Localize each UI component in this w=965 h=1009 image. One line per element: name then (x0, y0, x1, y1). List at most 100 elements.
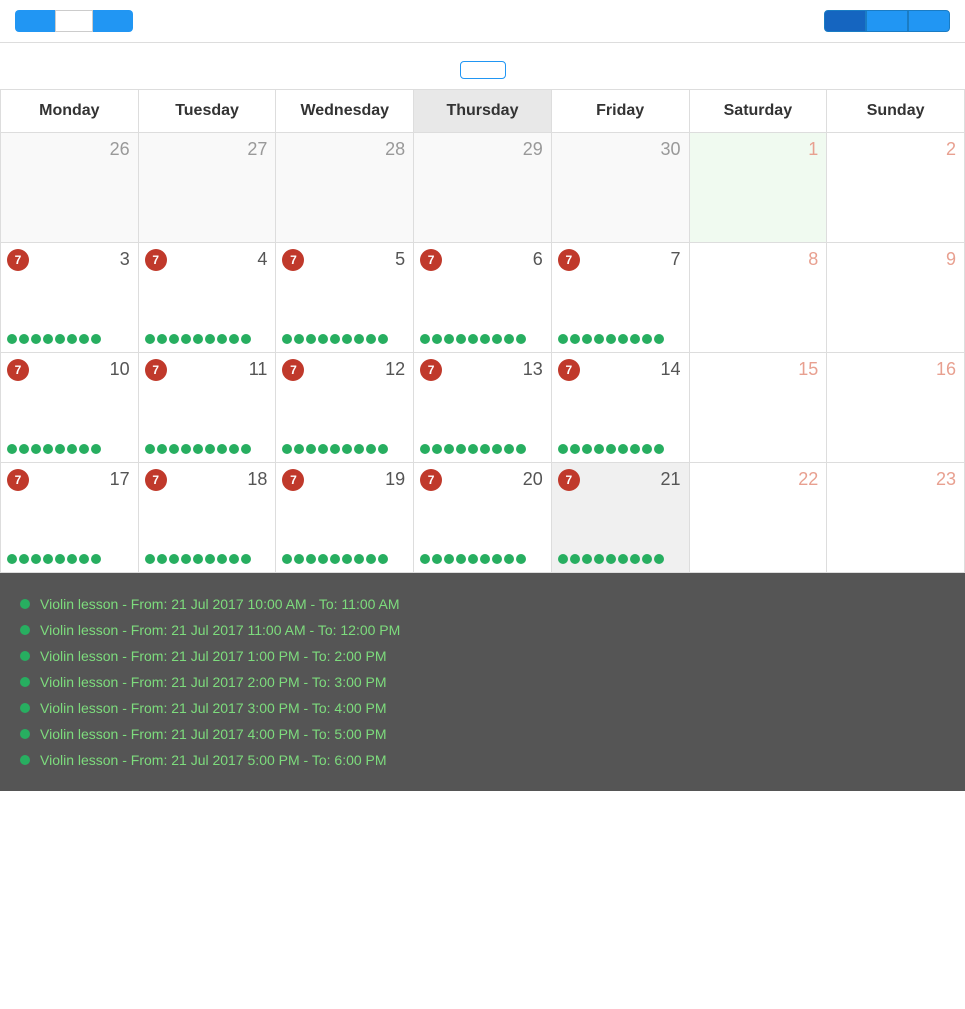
event-dot (330, 554, 340, 564)
calendar-cell[interactable]: 23 (827, 463, 965, 573)
view-day-button[interactable] (908, 10, 950, 32)
day-number: 28 (284, 139, 405, 160)
calendar-cell[interactable]: 75 (276, 243, 414, 353)
event-dots (7, 444, 101, 454)
event-dot (282, 334, 292, 344)
violin-lesson-dropdown[interactable] (460, 61, 506, 79)
event-badge: 7 (7, 469, 29, 491)
calendar-cell[interactable]: 29 (414, 133, 552, 243)
event-dot (169, 554, 179, 564)
event-dot (229, 554, 239, 564)
today-button[interactable] (55, 10, 93, 32)
event-dot (43, 334, 53, 344)
event-dot (570, 554, 580, 564)
calendar-cell[interactable]: 28 (276, 133, 414, 243)
event-dot (31, 334, 41, 344)
calendar-cell[interactable]: 16 (827, 353, 965, 463)
calendar-cell[interactable]: 26 (1, 133, 139, 243)
event-dot (504, 334, 514, 344)
calendar-cell[interactable]: 30 (551, 133, 689, 243)
col-monday: Monday (1, 90, 139, 133)
col-tuesday: Tuesday (138, 90, 276, 133)
event-label: Violin lesson - From: 21 Jul 2017 10:00 … (40, 596, 400, 612)
event-dot (205, 444, 215, 454)
calendar-cell[interactable]: 721 (551, 463, 689, 573)
event-item: Violin lesson - From: 21 Jul 2017 3:00 P… (20, 695, 945, 721)
event-dot (169, 334, 179, 344)
calendar-header-row: Monday Tuesday Wednesday Thursday Friday… (1, 90, 965, 133)
event-dots (145, 334, 251, 344)
event-dot (480, 554, 490, 564)
event-dot (366, 444, 376, 454)
event-dot (366, 334, 376, 344)
event-dot (31, 444, 41, 454)
event-label: Violin lesson - From: 21 Jul 2017 2:00 P… (40, 674, 387, 690)
calendar-cell[interactable]: 8 (689, 243, 827, 353)
event-dot (618, 444, 628, 454)
event-dot (145, 444, 155, 454)
calendar-cell[interactable]: 720 (414, 463, 552, 573)
view-month-button[interactable] (824, 10, 866, 32)
event-indicator (20, 703, 30, 713)
next-button[interactable] (93, 10, 133, 32)
calendar-cell[interactable]: 712 (276, 353, 414, 463)
event-dot (145, 554, 155, 564)
prev-button[interactable] (15, 10, 55, 32)
event-dot (342, 334, 352, 344)
event-dot (282, 444, 292, 454)
view-week-button[interactable] (866, 10, 908, 32)
event-dots (558, 444, 664, 454)
event-dot (606, 444, 616, 454)
event-item: Violin lesson - From: 21 Jul 2017 5:00 P… (20, 747, 945, 773)
event-dot (558, 444, 568, 454)
calendar-cell[interactable]: 76 (414, 243, 552, 353)
event-dots (145, 554, 251, 564)
day-number: 1 (698, 139, 819, 160)
event-dot (642, 444, 652, 454)
event-dot (217, 554, 227, 564)
event-dots (558, 554, 664, 564)
calendar-cell[interactable]: 1 (689, 133, 827, 243)
event-label: Violin lesson - From: 21 Jul 2017 4:00 P… (40, 726, 387, 742)
event-badge: 7 (7, 249, 29, 271)
calendar-cell[interactable]: 710 (1, 353, 139, 463)
day-number: 30 (560, 139, 681, 160)
calendar-cell[interactable]: 27 (138, 133, 276, 243)
event-dot (606, 554, 616, 564)
event-dots (558, 334, 664, 344)
calendar-cell[interactable]: 9 (827, 243, 965, 353)
event-dot (193, 444, 203, 454)
calendar-cell[interactable]: 15 (689, 353, 827, 463)
calendar-cell[interactable]: 714 (551, 353, 689, 463)
calendar-cell[interactable]: 719 (276, 463, 414, 573)
event-dot (157, 554, 167, 564)
event-dot (558, 554, 568, 564)
event-dot (205, 554, 215, 564)
event-dot (91, 444, 101, 454)
col-wednesday: Wednesday (276, 90, 414, 133)
calendar-cell[interactable]: 77 (551, 243, 689, 353)
event-dot (330, 334, 340, 344)
col-sunday: Sunday (827, 90, 965, 133)
event-dot (594, 334, 604, 344)
event-dot (193, 334, 203, 344)
calendar-cell[interactable]: 2 (827, 133, 965, 243)
calendar-cell[interactable]: 22 (689, 463, 827, 573)
event-dot (91, 554, 101, 564)
event-dot (79, 554, 89, 564)
event-dot (456, 334, 466, 344)
calendar-cell[interactable]: 73 (1, 243, 139, 353)
event-dot (43, 554, 53, 564)
calendar-cell[interactable]: 718 (138, 463, 276, 573)
calendar-cell[interactable]: 74 (138, 243, 276, 353)
event-item: Violin lesson - From: 21 Jul 2017 11:00 … (20, 617, 945, 643)
event-label: Violin lesson - From: 21 Jul 2017 1:00 P… (40, 648, 387, 664)
event-dot (582, 554, 592, 564)
event-dot (468, 444, 478, 454)
event-dot (618, 334, 628, 344)
calendar-cell[interactable]: 713 (414, 353, 552, 463)
event-dot (354, 444, 364, 454)
event-dot (43, 444, 53, 454)
calendar-cell[interactable]: 711 (138, 353, 276, 463)
calendar-cell[interactable]: 717 (1, 463, 139, 573)
